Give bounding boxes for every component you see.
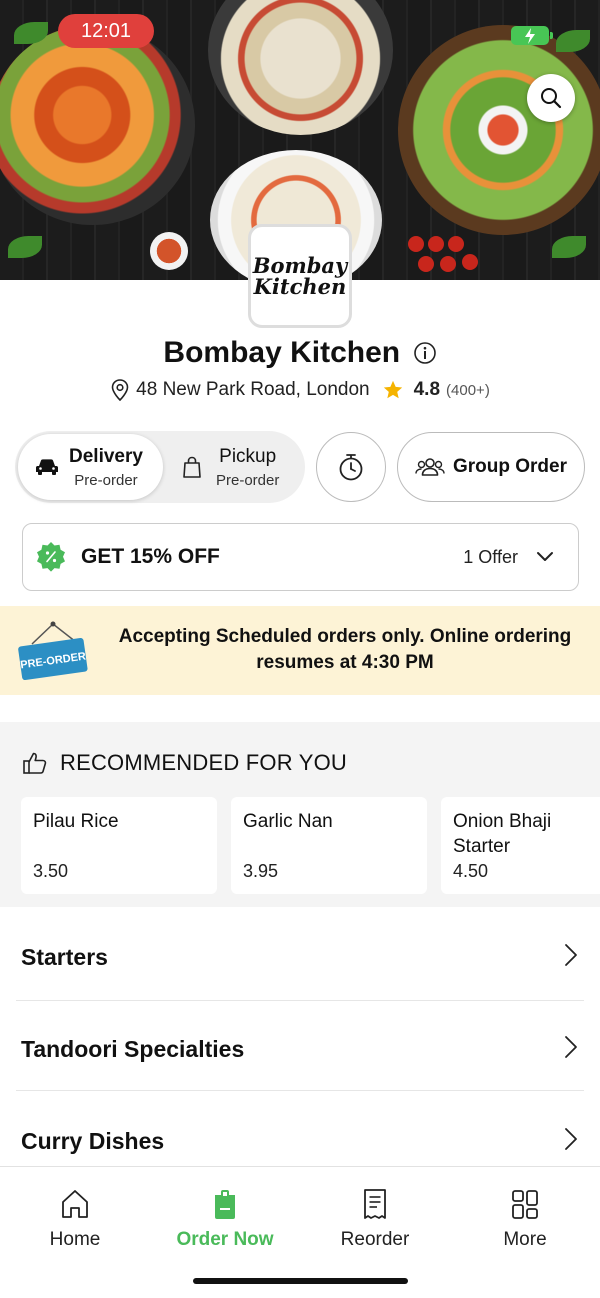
- star-icon: [383, 380, 402, 399]
- schedule-time-button[interactable]: [316, 432, 386, 502]
- thumbs-up-icon: [23, 752, 47, 774]
- nav-reorder-label: Reorder: [340, 1229, 410, 1250]
- category-starters[interactable]: Starters: [0, 910, 600, 1002]
- stopwatch-icon: [339, 454, 363, 481]
- recommended-item-name: Garlic Nan: [243, 811, 333, 832]
- offer-title: GET 15% OFF: [81, 545, 220, 568]
- nav-home-label: Home: [49, 1229, 101, 1250]
- category-tandoori[interactable]: Tandoori Specialties: [0, 1002, 600, 1094]
- info-icon[interactable]: [413, 341, 437, 365]
- recommended-heading: RECOMMENDED FOR YOU: [22, 750, 347, 776]
- recommended-item-name: Pilau Rice: [33, 811, 119, 832]
- order-icon: [215, 1190, 235, 1219]
- group-icon: [415, 458, 445, 476]
- delivery-label: Delivery: [69, 445, 143, 467]
- status-time: 12:01: [58, 14, 154, 48]
- nav-more-label: More: [503, 1229, 547, 1250]
- logo-text-line1: Bombay: [252, 253, 348, 278]
- delivery-option[interactable]: Delivery Pre-order: [35, 431, 143, 503]
- shrimp-dish-image: [0, 25, 195, 225]
- restaurant-name: Bombay Kitchen: [163, 336, 401, 369]
- herb-image: [8, 236, 42, 258]
- search-button[interactable]: [527, 74, 575, 122]
- nav-home[interactable]: Home: [0, 1187, 150, 1251]
- herb-image: [552, 236, 586, 258]
- salad-dish-image: [398, 25, 600, 235]
- discount-badge-icon: [37, 542, 65, 572]
- group-order-button[interactable]: Group Order: [397, 432, 585, 502]
- search-icon: [541, 88, 562, 109]
- restaurant-address: 48 New Park Road, London: [136, 379, 370, 400]
- nav-more[interactable]: More: [450, 1187, 600, 1251]
- nav-order-now-label: Order Now: [176, 1229, 274, 1250]
- car-icon: [36, 459, 58, 475]
- order-mode-toggle: Delivery Pre-order Pickup Pre-order: [15, 431, 305, 503]
- battery-charging-icon: [511, 26, 553, 45]
- location-pin-icon: [111, 379, 129, 402]
- category-label: Curry Dishes: [21, 1128, 165, 1154]
- nav-reorder[interactable]: Reorder: [300, 1187, 450, 1251]
- recommended-item-price: 3.95: [243, 861, 279, 881]
- category-label: Starters: [21, 944, 108, 970]
- category-divider: [16, 1090, 584, 1091]
- recommended-item-name: Onion Bhaji Starter: [453, 811, 552, 857]
- chevron-down-icon: [537, 552, 553, 561]
- pickup-sub: Pre-order: [216, 471, 280, 489]
- pickup-label: Pickup: [219, 445, 277, 467]
- category-curry[interactable]: Curry Dishes: [0, 1094, 600, 1166]
- restaurant-title-row: Bombay Kitchen: [0, 336, 600, 370]
- nav-order-now[interactable]: Order Now: [150, 1187, 300, 1251]
- recommended-item-card[interactable]: Onion Bhaji Starter 4.50: [441, 797, 600, 894]
- chevron-right-icon: [565, 1036, 577, 1058]
- tomato-image: [418, 256, 434, 272]
- herb-image: [556, 30, 590, 52]
- tomato-image: [408, 236, 424, 252]
- category-divider: [16, 1000, 584, 1001]
- address-row: 48 New Park Road, London 4.8 (400+): [0, 378, 600, 402]
- delivery-sub: Pre-order: [74, 471, 138, 489]
- offer-dropdown[interactable]: GET 15% OFF 1 Offer: [22, 523, 579, 591]
- category-label: Tandoori Specialties: [21, 1036, 245, 1062]
- rating-value: 4.8: [413, 379, 441, 400]
- recommended-item-price: 4.50: [453, 861, 489, 881]
- chevron-right-icon: [565, 944, 577, 966]
- rating-count: (400+): [446, 381, 490, 399]
- preorder-sign-icon: PRE-ORDER: [18, 621, 88, 681]
- preorder-message: Accepting Scheduled orders only. Online …: [118, 626, 572, 673]
- tomato-image: [428, 236, 444, 252]
- recommended-heading-text: RECOMMENDED FOR YOU: [60, 750, 347, 775]
- chevron-right-icon: [565, 1128, 577, 1150]
- tomato-image: [448, 236, 464, 252]
- restaurant-logo: Bombay Kitchen: [248, 224, 352, 328]
- receipt-icon: [364, 1189, 386, 1219]
- grid-icon: [512, 1190, 538, 1219]
- tomato-image: [462, 254, 478, 270]
- offer-count: 1 Offer: [463, 546, 518, 567]
- sauce-bowl-image: [150, 232, 188, 270]
- home-icon: [62, 1190, 88, 1218]
- recommended-item-price: 3.50: [33, 861, 69, 881]
- home-indicator: [193, 1278, 408, 1284]
- logo-text-line2: Kitchen: [253, 274, 347, 299]
- pickup-option[interactable]: Pickup Pre-order: [182, 431, 279, 503]
- tomato-image: [440, 256, 456, 272]
- rice-dish-image: [208, 0, 393, 135]
- shopping-bag-icon: [183, 456, 201, 478]
- recommended-item-card[interactable]: Garlic Nan 3.95: [231, 797, 427, 894]
- recommended-item-card[interactable]: Pilau Rice 3.50: [21, 797, 217, 894]
- group-order-label: Group Order: [452, 456, 567, 477]
